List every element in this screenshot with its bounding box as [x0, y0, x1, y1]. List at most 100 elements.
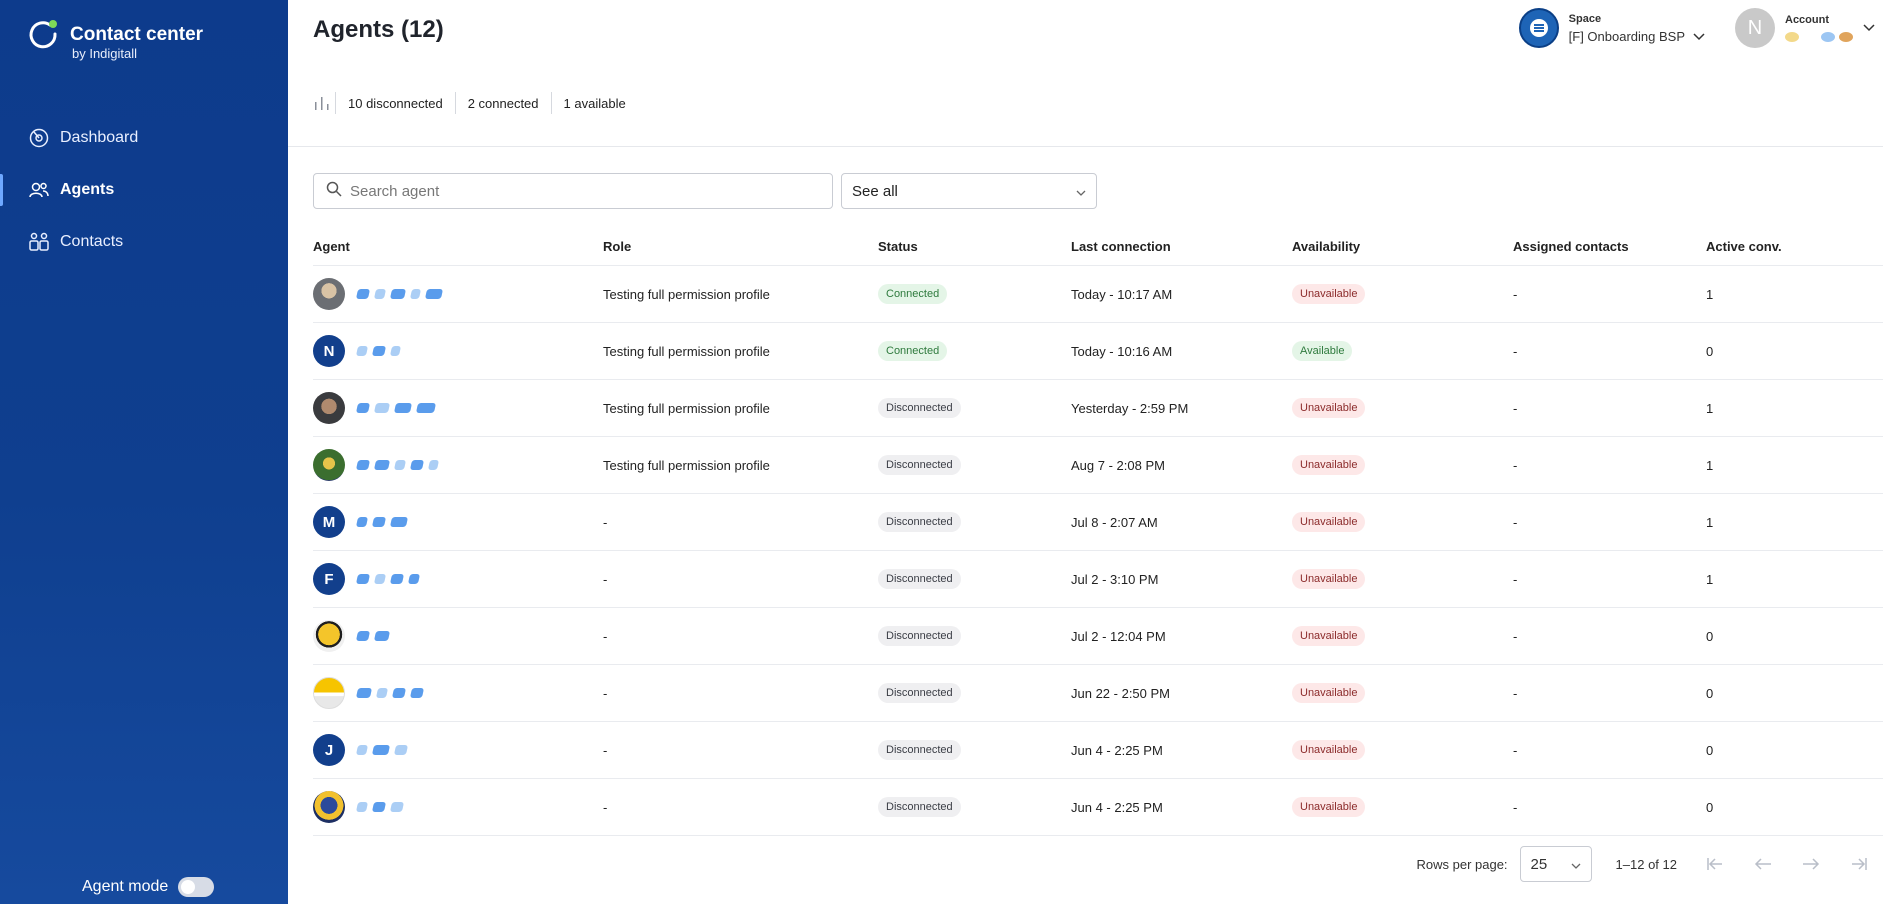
assigned-contacts-cell: - — [1513, 742, 1518, 758]
status-badge: Disconnected — [878, 626, 961, 646]
search-box[interactable] — [313, 173, 833, 209]
status-badge: Disconnected — [878, 740, 961, 760]
search-input[interactable] — [350, 182, 810, 200]
column-header-active-conv[interactable]: Active conv. — [1706, 239, 1826, 254]
column-header-assigned-contacts[interactable]: Assigned contacts — [1513, 239, 1706, 254]
space-selector[interactable]: Space [F] Onboarding BSP — [1518, 8, 1705, 48]
table-row[interactable]: N Testing full permission profile Connecte… — [313, 323, 1883, 380]
sidebar: Contact center by Indigitall Dashboard A… — [0, 0, 288, 904]
agent-cell — [313, 791, 603, 823]
rows-per-page-select[interactable]: 25 — [1519, 846, 1592, 882]
column-header-agent[interactable]: Agent — [313, 239, 603, 254]
last-connection-cell: Jun 4 - 2:25 PM — [1071, 742, 1163, 758]
column-header-last-connection[interactable]: Last connection — [1071, 239, 1292, 254]
status-cell: Connected — [878, 284, 1071, 304]
avatar — [313, 449, 345, 481]
last-connection-cell: Today - 10:17 AM — [1071, 286, 1173, 302]
status-badge: Disconnected — [878, 683, 961, 703]
sidebar-item-label: Contacts — [60, 233, 124, 250]
stat-disconnected: 10 disconnected — [335, 92, 455, 114]
status-badge: Connected — [878, 284, 948, 304]
chevron-down-icon — [1693, 29, 1705, 44]
assigned-contacts-cell: - — [1513, 685, 1518, 701]
role-cell: Testing full permission profile — [603, 343, 770, 359]
avatar: N — [1735, 8, 1775, 48]
active-conv-cell: 0 — [1706, 343, 1714, 359]
status-cell: Disconnected — [878, 683, 1071, 703]
table-row[interactable]: - Disconnected Jun 22 - 2:50 PM Unavailable… — [313, 665, 1883, 722]
sidebar-item-agents[interactable]: Agents — [0, 164, 288, 216]
availability-cell: Unavailable — [1292, 683, 1513, 703]
account-label: Account — [1785, 14, 1829, 26]
agent-cell — [313, 392, 603, 424]
agent-name-redacted — [355, 289, 444, 299]
active-conv-cell: 0 — [1706, 742, 1714, 758]
agent-name-redacted — [355, 631, 391, 641]
page-title: Agents (12) — [313, 16, 444, 43]
last-connection-cell: Jul 2 - 12:04 PM — [1071, 628, 1166, 644]
assigned-contacts-cell: - — [1513, 343, 1518, 359]
status-filter-value: See all — [852, 182, 898, 200]
assigned-contacts-cell: - — [1513, 457, 1518, 473]
availability-badge: Unavailable — [1292, 455, 1366, 475]
availability-cell: Available — [1292, 341, 1513, 361]
table-row[interactable]: - Disconnected Jun 4 - 2:25 PM Unavailable -… — [313, 779, 1883, 836]
agent-name-redacted — [355, 346, 402, 356]
assigned-contacts-cell: - — [1513, 400, 1518, 416]
sidebar-item-dashboard[interactable]: Dashboard — [0, 112, 288, 164]
column-header-status[interactable]: Status — [878, 239, 1071, 254]
last-page-button[interactable] — [1835, 846, 1883, 882]
pagination: Rows per page: 25 1–12 of 12 — [1416, 846, 1883, 882]
sidebar-item-label: Agents — [60, 181, 115, 198]
status-filter-select[interactable]: See all — [841, 173, 1097, 209]
status-badge: Disconnected — [878, 455, 961, 475]
role-cell: - — [603, 685, 608, 701]
agent-name-redacted — [355, 517, 409, 527]
main-content: Agents (12) Space [F] Onboarding BSP N A… — [288, 0, 1883, 904]
status-cell: Disconnected — [878, 740, 1071, 760]
table-row[interactable]: M - Disconnected Jul 8 - 2:07 AM Unavailable… — [313, 494, 1883, 551]
next-page-button[interactable] — [1787, 846, 1835, 882]
table-row[interactable]: F - Disconnected Jul 2 - 3:10 PM Unavailable… — [313, 551, 1883, 608]
assigned-contacts-cell: - — [1513, 571, 1518, 587]
availability-badge: Unavailable — [1292, 626, 1366, 646]
space-value: [F] Onboarding BSP — [1569, 29, 1705, 44]
chevron-down-icon — [1863, 19, 1875, 37]
table-row[interactable]: Testing full permission profile Connected… — [313, 266, 1883, 323]
status-cell: Disconnected — [878, 797, 1071, 817]
agent-cell — [313, 449, 603, 481]
active-conv-cell: 1 — [1706, 400, 1714, 416]
table-row[interactable]: Testing full permission profile Disconnec… — [313, 437, 1883, 494]
avatar: M — [313, 506, 345, 538]
table-row[interactable]: J - Disconnected Jun 4 - 2:25 PM Unavailable… — [313, 722, 1883, 779]
agent-name-redacted — [355, 745, 409, 755]
active-conv-cell: 0 — [1706, 685, 1714, 701]
table-row[interactable]: Testing full permission profile Disconnec… — [313, 380, 1883, 437]
agent-cell: M — [313, 506, 603, 538]
agent-mode-toggle[interactable] — [178, 877, 215, 897]
active-conv-cell: 0 — [1706, 628, 1714, 644]
sidebar-item-contacts[interactable]: Contacts — [0, 216, 288, 268]
active-conv-cell: 0 — [1706, 799, 1714, 815]
avatar — [313, 278, 345, 310]
avatar: F — [313, 563, 345, 595]
availability-badge: Unavailable — [1292, 569, 1366, 589]
availability-cell: Unavailable — [1292, 569, 1513, 589]
status-badge: Disconnected — [878, 398, 961, 418]
role-cell: Testing full permission profile — [603, 286, 770, 302]
first-page-button[interactable] — [1691, 846, 1739, 882]
status-badge: Disconnected — [878, 569, 961, 589]
brand-subtitle: by Indigitall — [72, 46, 138, 61]
brand[interactable]: Contact center by Indigitall — [28, 18, 203, 62]
account-menu[interactable]: N Account — [1735, 8, 1875, 48]
table-row[interactable]: - Disconnected Jul 2 - 12:04 PM Unavailable… — [313, 608, 1883, 665]
column-header-role[interactable]: Role — [603, 239, 878, 254]
last-page-icon — [1852, 858, 1867, 870]
role-cell: - — [603, 742, 608, 758]
contacts-icon — [28, 231, 50, 253]
role-cell: - — [603, 514, 608, 530]
previous-page-button[interactable] — [1739, 846, 1787, 882]
column-header-availability[interactable]: Availability — [1292, 239, 1513, 254]
space-name: [F] Onboarding BSP — [1568, 28, 1685, 44]
availability-badge: Available — [1292, 341, 1353, 361]
